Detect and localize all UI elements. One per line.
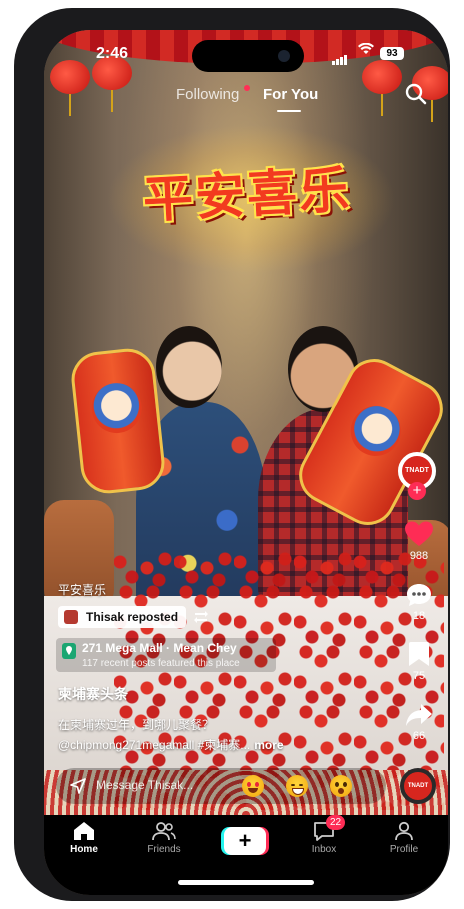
friends-icon [152, 822, 176, 841]
signal-icon [332, 47, 348, 65]
caption-more-link[interactable]: more [254, 738, 283, 752]
phone-frame: 平安喜乐 2:46 93 Following For You TNADT + 9… [14, 8, 450, 901]
create-button[interactable]: + [224, 827, 266, 855]
tab-for-you[interactable]: For You [263, 86, 318, 103]
share-button[interactable]: 66 [396, 702, 442, 742]
tab-home-label: Home [70, 844, 98, 855]
caption-tags-text: @chipmong271megamall #柬埔寨... [58, 738, 251, 752]
location-tag[interactable]: 271 Mega Mall · Mean Chey 117 recent pos… [56, 638, 276, 672]
emoji-surprised-button[interactable] [330, 775, 352, 797]
tab-inbox-label: Inbox [311, 844, 337, 855]
repost-badge[interactable]: Thisak reposted [58, 606, 187, 628]
status-time: 2:46 [96, 45, 129, 62]
save-count: 75 [412, 670, 426, 682]
bookmark-icon [409, 642, 429, 666]
caption-text: 在柬埔寨过年，到哪儿聚餐？ [58, 718, 215, 732]
send-icon [70, 778, 86, 794]
caption-tags[interactable]: @chipmong271megamall #柬埔寨... more [58, 736, 284, 753]
tab-profile[interactable]: Profile [374, 821, 434, 855]
tab-following[interactable]: Following [176, 86, 239, 103]
repost-icon [192, 608, 210, 626]
profile-icon [395, 821, 413, 841]
video-overlay-title: 平安喜乐 [141, 160, 353, 230]
message-placeholder: Message Thisak... [96, 778, 194, 792]
comment-count: 18 [412, 610, 426, 622]
follow-button[interactable]: + [408, 482, 426, 500]
tab-home[interactable]: Home [54, 821, 114, 855]
new-content-dot [244, 85, 250, 91]
share-count: 66 [412, 730, 426, 742]
comment-button[interactable]: 18 [396, 582, 442, 622]
battery-indicator: 93 [380, 47, 404, 60]
video-hashtag-label: 平安喜乐 [58, 583, 107, 597]
tab-friends-label: Friends [147, 844, 181, 855]
screen: 平安喜乐 2:46 93 Following For You TNADT + 9… [44, 30, 448, 895]
sound-disc[interactable]: TNADT [400, 768, 436, 804]
tab-friends[interactable]: Friends [134, 821, 194, 855]
tab-profile-label: Profile [389, 844, 419, 855]
repost-text: Thisak reposted [86, 610, 179, 624]
person-woman-head [156, 326, 222, 408]
location-subtitle: 117 recent posts featured this place [82, 658, 240, 669]
emoji-heart-eyes-button[interactable] [242, 775, 264, 797]
camera [278, 50, 290, 62]
message-input[interactable]: Message Thisak... [56, 768, 386, 804]
home-indicator [178, 880, 314, 885]
heart-icon [405, 521, 433, 546]
status-bar: 2:46 93 [44, 30, 448, 74]
search-icon [405, 83, 427, 105]
tab-inbox[interactable]: Inbox [294, 821, 354, 855]
location-name: 271 Mega Mall · Mean Chey [82, 641, 237, 655]
home-icon [74, 822, 94, 840]
search-button[interactable] [404, 82, 430, 108]
feed-tabs: Following For You [44, 85, 448, 114]
bottom-tab-bar: Home Friends + Inbox 22 Profile [44, 815, 448, 895]
share-icon [406, 704, 432, 726]
location-pin-icon [62, 643, 76, 659]
emoji-laughing-button[interactable] [286, 775, 308, 797]
decor-gift-canister [68, 345, 168, 497]
like-count: 988 [409, 550, 429, 562]
wifi-icon [358, 42, 374, 59]
active-tab-indicator [277, 110, 301, 112]
author-name[interactable]: 柬埔寨头条 [58, 684, 128, 704]
reposter-avatar [64, 610, 78, 624]
save-button[interactable]: 75 [396, 640, 442, 682]
like-button[interactable]: 988 [396, 520, 442, 562]
inbox-badge: 22 [326, 815, 346, 830]
comment-icon [407, 584, 431, 606]
